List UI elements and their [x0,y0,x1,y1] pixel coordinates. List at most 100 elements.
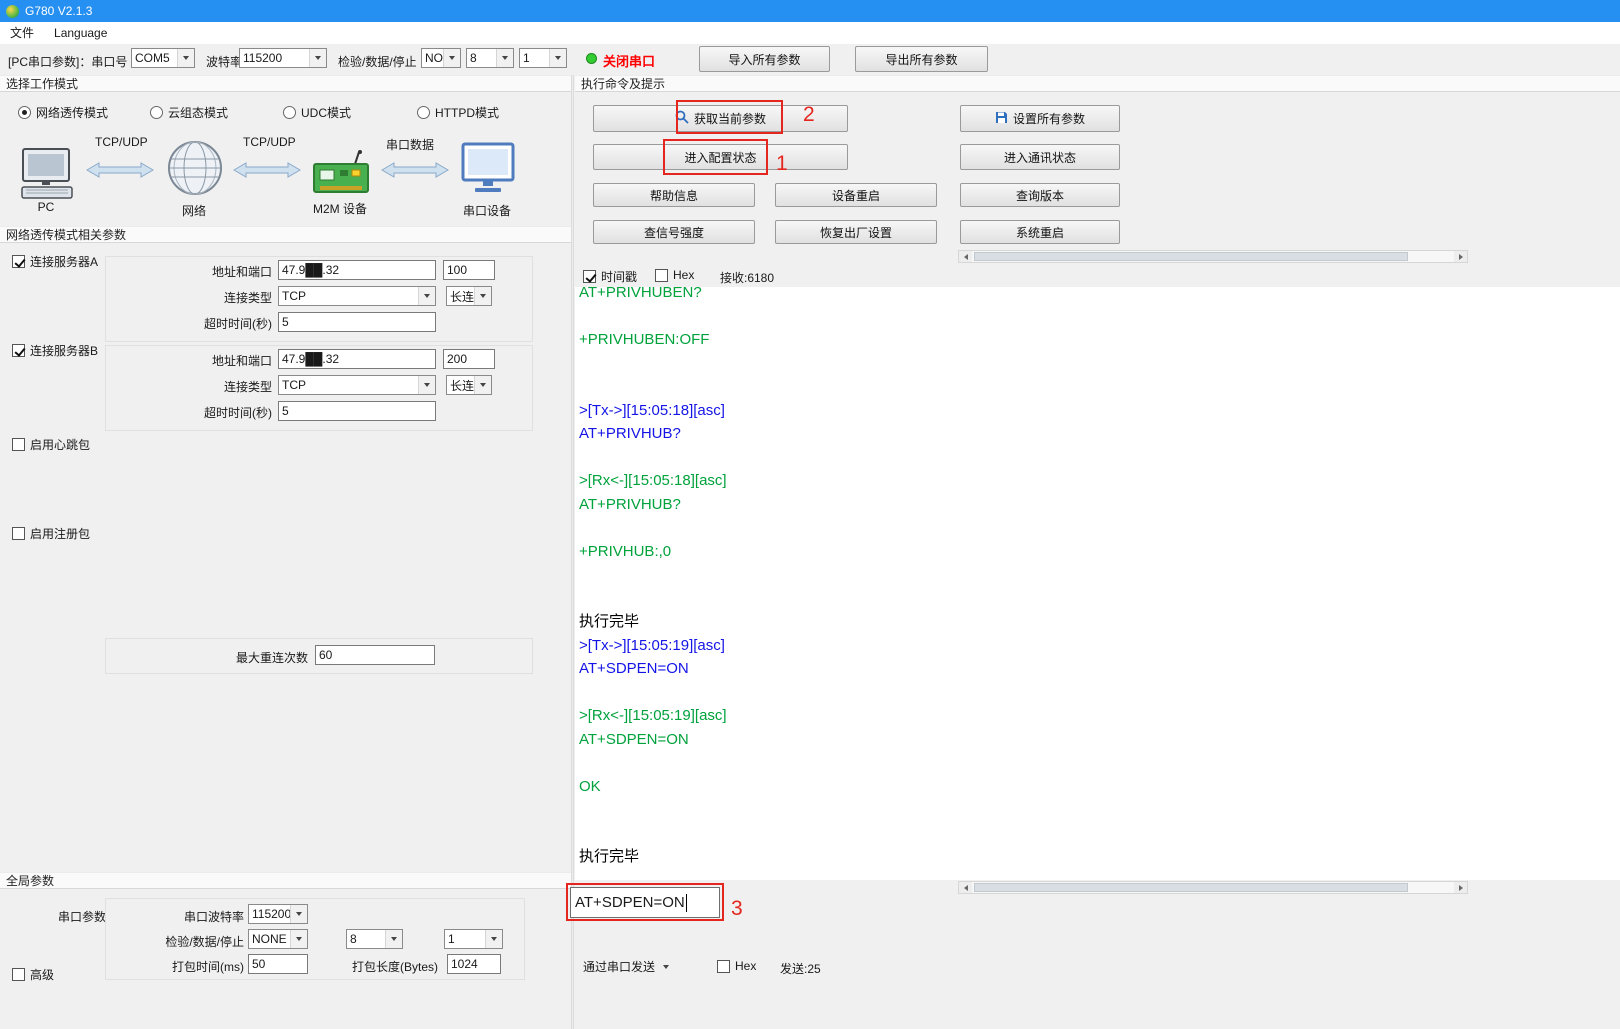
link-arrow-icon [381,162,449,181]
system-reboot-button[interactable]: 系统重启 [960,220,1120,244]
max-reconnect-input[interactable]: 60 [315,645,435,665]
server-a-address-input[interactable]: 47.9██.32 [278,260,436,280]
log-top-scrollbar[interactable] [958,250,1468,263]
search-icon [675,110,689,127]
annotation-number-3: 3 [731,897,743,921]
server-b-timeout-input[interactable]: 5 [278,401,436,421]
log-line: >[Tx->][15:05:18][asc] [579,399,1620,423]
chevron-down-icon [309,49,326,67]
server-a-port-input[interactable]: 100 [443,260,495,280]
radio-net-transparent-mode[interactable]: 网络透传模式 [18,104,108,121]
scrollbar-thumb[interactable] [974,883,1408,892]
factory-reset-button[interactable]: 恢复出厂设置 [775,220,937,244]
chevron-down-icon [290,930,307,948]
server-a-timeout-input[interactable]: 5 [278,312,436,332]
pack-len-label: 打包长度(Bytes) [352,958,438,975]
data-bits-select[interactable]: 8 [466,48,514,68]
advanced-checkbox[interactable]: 高级 [12,966,54,983]
server-b-address-input[interactable]: 47.9██.32 [278,349,436,369]
link2-label: TCP/UDP [243,135,296,149]
enter-config-button[interactable]: 进入配置状态 [593,144,848,170]
annotation-number-1: 1 [776,152,788,176]
server-a-keep-select[interactable]: 长连 [446,286,492,306]
pc-icon [20,148,74,203]
server-b-checkbox[interactable]: 连接服务器B [12,342,98,359]
m2m-device-icon [312,150,370,201]
type-label-a: 连接类型 [160,289,272,306]
server-b-port-input[interactable]: 200 [443,349,495,369]
log-line: AT+SDPEN=ON [579,657,1620,681]
global-data-bits-select[interactable]: 8 [346,929,403,949]
global-parity-select[interactable]: NONE [248,929,308,949]
scrollbar-thumb[interactable] [974,252,1408,261]
scroll-right-icon[interactable] [1454,882,1467,893]
network-label: 网络 [167,202,221,219]
send-hex-checkbox[interactable]: Hex [717,959,756,973]
parity-select[interactable]: NONE [421,48,461,68]
serial-open-status-icon [586,53,597,64]
recv-hex-checkbox[interactable]: Hex [655,268,694,282]
log-line [579,751,1620,775]
server-a-type-select[interactable]: TCP [278,286,436,306]
log-output[interactable]: AT+PRIVHUBEN? +PRIVHUBEN:OFF >[Tx->][15:… [575,287,1620,880]
help-button[interactable]: 帮助信息 [593,183,755,207]
log-line [579,587,1620,611]
link1-label: TCP/UDP [95,135,148,149]
chevron-down-icon [496,49,513,67]
addr-label-a: 地址和端口 [160,263,272,280]
menu-file[interactable]: 文件 [0,22,44,44]
annotation-number-2: 2 [803,103,815,127]
send-command-input[interactable]: AT+SDPEN=ON [570,887,720,918]
heartbeat-checkbox[interactable]: 启用心跳包 [12,436,90,453]
command-panel-header: 执行命令及提示 [575,75,1620,92]
log-line [579,681,1620,705]
menu-language[interactable]: Language [44,22,117,44]
log-line [579,305,1620,329]
device-reboot-button[interactable]: 设备重启 [775,183,937,207]
scroll-left-icon[interactable] [959,251,972,262]
log-bottom-scrollbar[interactable] [958,881,1468,894]
server-a-checkbox[interactable]: 连接服务器A [12,253,98,270]
radio-cloud-mode[interactable]: 云组态模式 [150,104,228,121]
log-line [579,563,1620,587]
addr-label-b: 地址和端口 [160,352,272,369]
radio-udc-mode[interactable]: UDC模式 [283,104,351,121]
pack-time-input[interactable]: 50 [248,954,308,974]
log-line: >[Rx<-][15:05:18][asc] [579,469,1620,493]
radio-httpd-mode[interactable]: HTTPD模式 [417,104,499,121]
pack-len-input[interactable]: 1024 [447,954,501,974]
global-params-header: 全局参数 [0,872,571,889]
log-line: AT+PRIVHUB? [579,422,1620,446]
pc-label: PC [22,200,70,214]
server-b-keep-select[interactable]: 长连 [446,375,492,395]
log-line: >[Rx<-][15:05:19][asc] [579,704,1620,728]
stop-bits-select[interactable]: 1 [519,48,567,68]
panel-divider [571,75,574,1029]
query-version-button[interactable]: 查询版本 [960,183,1120,207]
scroll-right-icon[interactable] [1454,251,1467,262]
save-icon [995,111,1008,127]
server-b-type-select[interactable]: TCP [278,375,436,395]
log-line [579,375,1620,399]
export-params-button[interactable]: 导出所有参数 [855,46,988,72]
global-baud-select[interactable]: 115200 [248,904,308,924]
close-serial-button[interactable]: 关闭串口 [603,51,655,70]
baud-select[interactable]: 115200 [239,48,327,68]
query-signal-button[interactable]: 查信号强度 [593,220,755,244]
link3-label: 串口数据 [386,136,434,153]
global-stop-bits-select[interactable]: 1 [444,929,503,949]
com-port-select[interactable]: COM5 [131,48,195,68]
send-via-serial-button[interactable]: 通过串口发送 [583,958,669,975]
log-line [579,516,1620,540]
chevron-down-icon [485,930,502,948]
scroll-left-icon[interactable] [959,882,972,893]
m2m-label: M2M 设备 [305,200,375,217]
work-mode-header: 选择工作模式 [0,75,571,92]
enter-comm-button[interactable]: 进入通讯状态 [960,144,1120,170]
global-baud-label: 串口波特率 [140,908,244,925]
set-params-button[interactable]: 设置所有参数 [960,105,1120,132]
import-params-button[interactable]: 导入所有参数 [699,46,830,72]
timestamp-checkbox[interactable]: 时间戳 [583,268,637,285]
register-checkbox[interactable]: 启用注册包 [12,525,90,542]
titlebar: G780 V2.1.3 [0,0,1620,22]
